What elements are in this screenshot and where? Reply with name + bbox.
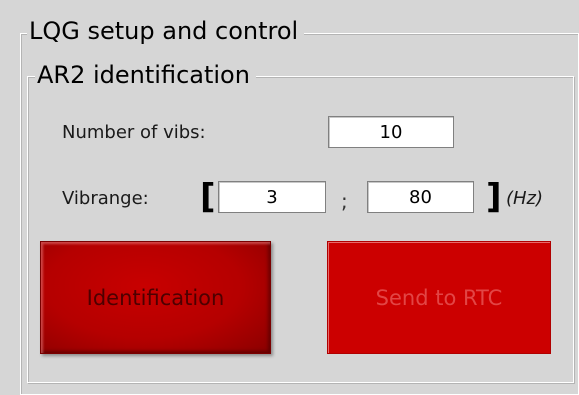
vibrange-separator: ; <box>341 189 348 213</box>
vibrange-close-bracket: ] <box>486 177 502 217</box>
vibrange-max-input[interactable] <box>367 181 474 213</box>
ar2-identification-title: AR2 identification <box>35 62 256 88</box>
lqg-setup-title: LQG setup and control <box>27 18 305 44</box>
num-vibs-label: Number of vibs: <box>62 122 206 143</box>
identification-button[interactable]: Identification <box>40 241 271 354</box>
num-vibs-input[interactable] <box>328 116 454 148</box>
vibrange-label: Vibrange: <box>62 188 149 209</box>
vibrange-unit-label: (Hz) <box>506 188 544 209</box>
vibrange-min-input[interactable] <box>218 181 326 213</box>
vibrange-open-bracket: [ <box>200 177 216 217</box>
send-to-rtc-button[interactable]: Send to RTC <box>327 241 551 354</box>
